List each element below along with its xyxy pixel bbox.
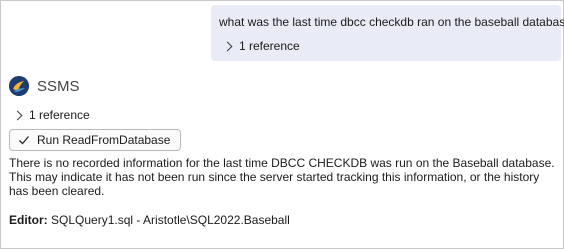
checkmark-icon (19, 136, 29, 145)
chevron-right-icon (222, 41, 233, 51)
ssms-logo-icon (9, 76, 29, 96)
editor-label: Editor: (9, 213, 48, 227)
run-button-label: Run ReadFromDatabase (37, 133, 171, 147)
user-message-text: what was the last time dbcc checkdb ran … (219, 15, 564, 29)
editor-context: Editor: SQLQuery1.sql - Aristotle\SQL202… (9, 213, 290, 227)
assistant-header: SSMS (9, 76, 80, 96)
assistant-response-text: There is no recorded information for the… (9, 156, 555, 198)
user-references-toggle[interactable]: 1 reference (222, 39, 300, 53)
assistant-name: SSMS (37, 77, 80, 95)
chevron-right-icon (12, 110, 23, 120)
user-message-bubble: what was the last time dbcc checkdb ran … (211, 5, 564, 61)
assistant-references-toggle[interactable]: 1 reference (12, 108, 90, 122)
chat-panel: what was the last time dbcc checkdb ran … (0, 0, 564, 249)
assistant-references-label: 1 reference (29, 108, 90, 122)
run-readfromdatabase-button[interactable]: Run ReadFromDatabase (9, 129, 182, 151)
editor-value: SQLQuery1.sql - Aristotle\SQL2022.Baseba… (51, 213, 290, 227)
user-references-label: 1 reference (239, 39, 300, 53)
